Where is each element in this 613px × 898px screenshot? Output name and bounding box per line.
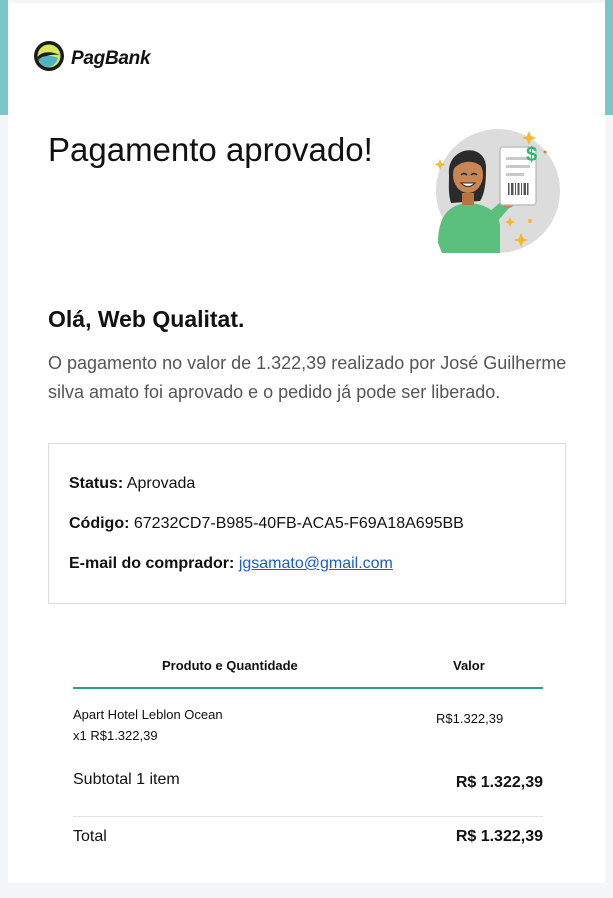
total-label: Total [73, 828, 107, 845]
woman-holding-receipt-illustration: $ [426, 125, 566, 265]
svg-text:$: $ [526, 144, 537, 166]
status-label: Status: [69, 475, 124, 492]
code-label: Código: [69, 515, 130, 532]
page-title: Pagamento aprovado! [48, 131, 373, 168]
email-card: PagBank Pagamento aprovado! $ Olá, Web Q… [8, 3, 605, 883]
brand-logo[interactable]: PagBank [33, 40, 151, 77]
code-value: 67232CD7-B985-40FB-ACA5-F69A18A695BB [133, 515, 464, 532]
item-value: R$1.322,39 [436, 711, 504, 726]
value-column-header: Valor [453, 658, 485, 673]
code-row: Código: 67232CD7-B985-40FB-ACA5-F69A18A6… [69, 515, 464, 533]
item-quantity: x1 R$1.322,39 [73, 728, 158, 743]
accent-bar-right [605, 0, 613, 115]
brand-name: PagBank [71, 47, 151, 69]
table-row-product: Apart Hotel Leblon Ocean x1 R$1.322,39 [73, 704, 333, 746]
pagbank-logo-icon [33, 40, 65, 77]
subtotal-value: R$ 1.322,39 [455, 774, 543, 791]
total-divider [73, 816, 543, 817]
status-row: Status: Aprovada [69, 475, 195, 493]
email-frame: PagBank Pagamento aprovado! $ Olá, Web Q… [0, 0, 613, 898]
payment-message: O pagamento no valor de 1.322,39 realiza… [48, 353, 567, 402]
table-header-divider [73, 687, 543, 689]
accent-bar-left [0, 0, 8, 115]
product-column-header: Produto e Quantidade [162, 658, 298, 673]
item-name: Apart Hotel Leblon Ocean [73, 707, 223, 722]
total-value: R$ 1.322,39 [455, 828, 543, 845]
buyer-email-label: E-mail do comprador: [69, 555, 235, 572]
buyer-email-link[interactable]: jgsamato@gmail.com [239, 555, 393, 572]
greeting-heading: Olá, Web Qualitat. [48, 306, 245, 332]
status-value: Aprovada [126, 475, 196, 492]
buyer-email-row: E-mail do comprador: jgsamato@gmail.com [69, 555, 393, 573]
subtotal-label: Subtotal 1 item [73, 771, 180, 788]
payment-details-box: Status: Aprovada Código: 67232CD7-B985-4… [48, 443, 566, 604]
